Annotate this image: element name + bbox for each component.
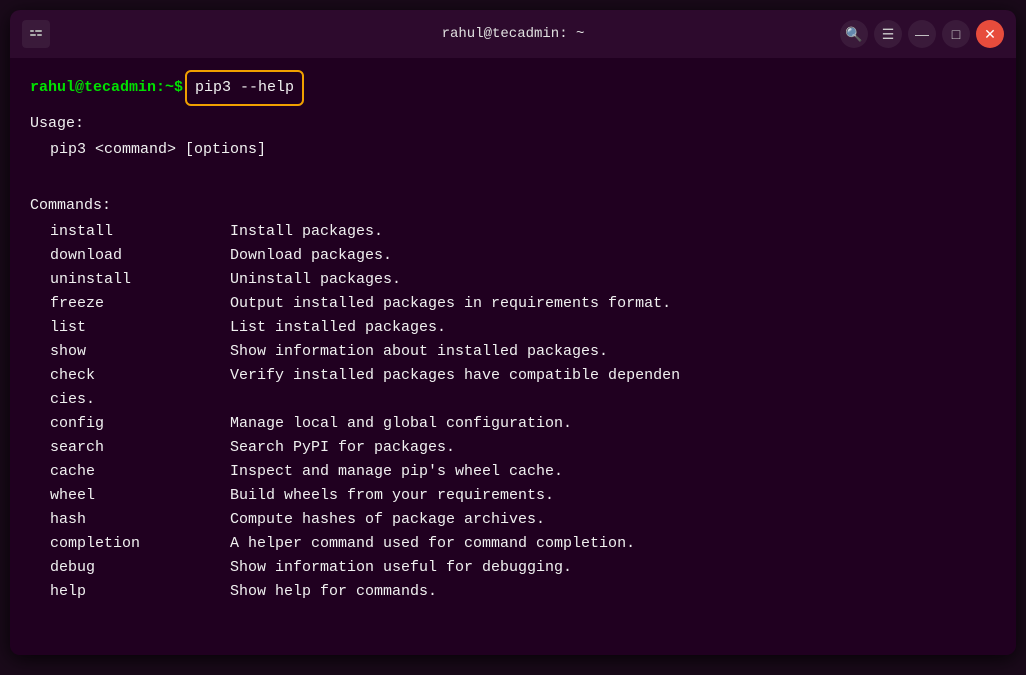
cmd-desc: Uninstall packages.	[230, 268, 996, 292]
cmd-name: completion	[30, 532, 230, 556]
cmd-desc: A helper command used for command comple…	[230, 532, 996, 556]
cmd-desc: Manage local and global configuration.	[230, 412, 996, 436]
cmd-name: wheel	[30, 484, 230, 508]
search-button[interactable]: 🔍	[840, 20, 868, 48]
cmd-name: install	[30, 220, 230, 244]
cmd-name: download	[30, 244, 230, 268]
terminal-output: Usage: pip3 <command> [options] Commands…	[30, 112, 996, 604]
prompt-user: rahul@tecadmin:~$	[30, 76, 183, 100]
cmd-desc: Show help for commands.	[230, 580, 996, 604]
cmd-desc: Output installed packages in requirement…	[230, 292, 996, 316]
cmd-desc: Search PyPI for packages.	[230, 436, 996, 460]
close-button[interactable]: ✕	[976, 20, 1004, 48]
cmd-name: show	[30, 340, 230, 364]
cmd-name: check	[30, 364, 230, 388]
prompt-line: rahul@tecadmin:~$ pip3 --help	[30, 74, 996, 102]
cmd-name: freeze	[30, 292, 230, 316]
titlebar: rahul@tecadmin: ~ 🔍 ☰ — □ ✕	[10, 10, 1016, 58]
titlebar-left	[22, 20, 50, 48]
cmd-desc: Show information about installed package…	[230, 340, 996, 364]
cmd-desc: Show information useful for debugging.	[230, 556, 996, 580]
terminal-body[interactable]: rahul@tecadmin:~$ pip3 --help Usage: pip…	[10, 58, 1016, 655]
terminal-icon	[22, 20, 50, 48]
cmd-desc: Download packages.	[230, 244, 996, 268]
cmd-name: hash	[30, 508, 230, 532]
menu-button[interactable]: ☰	[874, 20, 902, 48]
cmd-desc: Compute hashes of package archives.	[230, 508, 996, 532]
command-text: pip3 --help	[189, 74, 300, 102]
cmd-desc: Install packages.	[230, 220, 996, 244]
cmd-name: search	[30, 436, 230, 460]
titlebar-controls: 🔍 ☰ — □ ✕	[840, 20, 1004, 48]
window-title: rahul@tecadmin: ~	[442, 26, 585, 42]
cmd-desc: Verify installed packages have compatibl…	[230, 364, 996, 388]
usage-header: Usage:	[30, 112, 996, 136]
cmd-desc: List installed packages.	[230, 316, 996, 340]
cmd-name: cache	[30, 460, 230, 484]
cmd-name: list	[30, 316, 230, 340]
commands-table: installInstall packages.downloadDownload…	[30, 220, 996, 604]
cmd-desc: Build wheels from your requirements.	[230, 484, 996, 508]
terminal-window: rahul@tecadmin: ~ 🔍 ☰ — □ ✕ rahul@tecadm…	[10, 10, 1016, 655]
cmd-desc	[230, 388, 996, 412]
cmd-name: help	[30, 580, 230, 604]
commands-header: Commands:	[30, 194, 996, 218]
maximize-button[interactable]: □	[942, 20, 970, 48]
cmd-name: uninstall	[30, 268, 230, 292]
usage-line: pip3 <command> [options]	[30, 138, 996, 162]
cmd-name: cies.	[30, 388, 230, 412]
cmd-name: config	[30, 412, 230, 436]
minimize-button[interactable]: —	[908, 20, 936, 48]
cmd-desc: Inspect and manage pip's wheel cache.	[230, 460, 996, 484]
cmd-name: debug	[30, 556, 230, 580]
